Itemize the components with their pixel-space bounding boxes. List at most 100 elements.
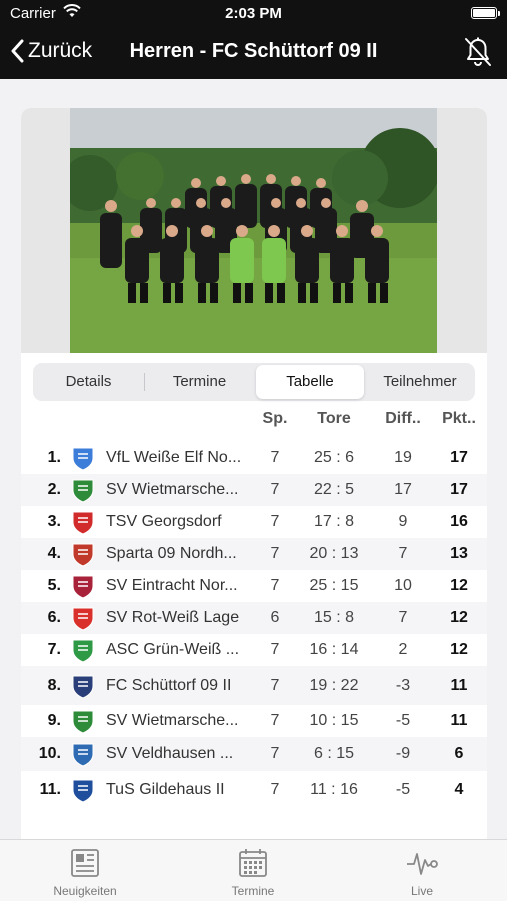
back-label: Zurück — [28, 39, 93, 62]
table-row[interactable]: 1. VfL Weiße Elf No... 7 25 : 6 19 17 — [21, 442, 487, 474]
sparta-09-logo — [70, 541, 96, 567]
rank-cell: 7. — [47, 641, 61, 658]
tab-live[interactable]: Live — [362, 846, 482, 898]
table-row[interactable]: 2. SV Wietmarsche... 7 22 : 5 17 17 — [21, 474, 487, 506]
tsv-georgsdorf-logo — [70, 509, 96, 535]
vfl-weisse-elf-logo — [70, 445, 96, 471]
tus-gildehaus-logo — [70, 777, 96, 803]
pulse-icon — [407, 853, 438, 875]
table-row[interactable]: 7. ASC Grün-Weiß ... 7 16 : 14 2 12 — [21, 634, 487, 666]
goals: 17 : 8 — [313, 513, 355, 530]
rank-cell: 3. — [47, 513, 61, 530]
games-played: 7 — [270, 545, 280, 562]
team-name: TSV Georgsdorf — [106, 513, 222, 530]
goal-difference: 9 — [398, 513, 408, 530]
tab-termine-bottom[interactable]: Termine — [193, 846, 313, 898]
team-name: SV Rot-Weiß Lage — [106, 609, 240, 626]
table-row[interactable]: 11. TuS Gildehaus II 7 11 : 16 -5 4 — [21, 771, 487, 809]
points: 11 — [450, 712, 468, 729]
table-row[interactable]: 5. SV Eintracht Nor... 7 25 : 15 10 12 — [21, 570, 487, 602]
tab-neuigkeiten-label: Neuigkeiten — [53, 884, 117, 898]
segment-divider — [144, 373, 145, 391]
status-bar: Carrier 2:03 PM — [0, 0, 507, 28]
sv-veldhausen-logo — [70, 741, 96, 767]
rank-cell: 1. — [47, 449, 61, 466]
table-row[interactable]: 6. SV Rot-Weiß Lage 6 15 : 8 7 12 — [21, 602, 487, 634]
header-sp: Sp. — [262, 410, 288, 427]
rank-cell: 10. — [38, 745, 61, 762]
rank-cell: 11. — [39, 781, 61, 798]
sv-wietmarschen-logo — [70, 708, 96, 734]
team-photo-container — [21, 108, 487, 353]
rank-cell: 9. — [47, 712, 61, 729]
table-row[interactable]: 8. FC Schüttorf 09 II 7 19 : 22 -3 11 — [21, 666, 487, 705]
team-name: Sparta 09 Nordh... — [106, 545, 237, 562]
points: 17 — [450, 449, 468, 466]
back-button[interactable]: Zurück — [10, 39, 92, 63]
team-name: ASC Grün-Weiß ... — [106, 641, 240, 658]
table-row[interactable]: 10. SV Veldhausen ... 7 6 : 15 -9 6 — [21, 737, 487, 771]
points: 6 — [454, 745, 464, 762]
tab-tabelle[interactable]: Tabelle — [256, 365, 364, 399]
rank-cell: 6. — [47, 609, 61, 626]
bottom-tab-bar: Neuigkeiten Termine Live — [0, 839, 507, 901]
games-played: 7 — [270, 513, 280, 530]
tab-teilnehmer[interactable]: Teilnehmer — [367, 365, 473, 399]
asc-gruen-weiss-logo — [70, 637, 96, 663]
team-card: Details Termine Tabelle Teilnehmer Sp. T… — [21, 108, 487, 848]
points: 4 — [454, 781, 464, 798]
top-bar: Carrier 2:03 PM Zurück Herren - FC Schüt… — [0, 0, 507, 79]
points: 11 — [450, 676, 468, 694]
goal-difference: 7 — [398, 545, 408, 562]
goal-difference: -5 — [395, 712, 411, 729]
games-played: 7 — [270, 781, 280, 798]
clock: 2:03 PM — [225, 5, 282, 22]
goals: 20 : 13 — [309, 545, 359, 562]
rank-cell: 4. — [47, 545, 61, 562]
team-name: SV Wietmarsche... — [106, 712, 239, 729]
goals: 19 : 22 — [309, 676, 359, 694]
team-name: SV Eintracht Nor... — [106, 577, 238, 594]
team-name: FC Schüttorf 09 II — [106, 676, 232, 694]
tab-neuigkeiten[interactable]: Neuigkeiten — [25, 846, 145, 898]
games-played: 7 — [270, 712, 280, 729]
goal-difference: 19 — [394, 449, 412, 466]
games-played: 7 — [270, 676, 280, 694]
goals: 25 : 15 — [309, 577, 359, 594]
goals: 22 : 5 — [313, 481, 355, 498]
notification-toggle-button[interactable] — [463, 36, 493, 73]
tab-termine[interactable]: Termine — [146, 365, 253, 399]
games-played: 7 — [270, 745, 280, 762]
table-row[interactable]: 3. TSV Georgsdorf 7 17 : 8 9 16 — [21, 506, 487, 538]
header-tore: Tore — [317, 410, 351, 427]
goals: 16 : 14 — [309, 641, 359, 658]
goals: 25 : 6 — [313, 449, 355, 466]
games-played: 7 — [270, 481, 280, 498]
team-photo — [70, 108, 437, 353]
goals: 6 : 15 — [313, 745, 355, 762]
rank-cell: 8. — [47, 676, 61, 694]
goal-difference: 17 — [394, 481, 412, 498]
chevron-left-icon — [11, 39, 24, 63]
tab-termine-label: Termine — [231, 884, 275, 898]
games-played: 7 — [270, 449, 280, 466]
sv-eintracht-logo — [70, 573, 96, 599]
table-row[interactable]: 9. SV Wietmarsche... 7 10 : 15 -5 11 — [21, 705, 487, 737]
points: 12 — [450, 609, 468, 626]
goals: 10 : 15 — [309, 712, 359, 729]
calendar-icon — [239, 849, 267, 877]
table-row[interactable]: 4. Sparta 09 Nordh... 7 20 : 13 7 13 — [21, 538, 487, 570]
points: 12 — [450, 577, 468, 594]
team-name: VfL Weiße Elf No... — [106, 449, 242, 466]
navigation-bar: Zurück Herren - FC Schüttorf 09 II — [0, 36, 507, 70]
sv-rot-weiss-lage-logo — [70, 605, 96, 631]
goal-difference: -9 — [395, 745, 411, 762]
battery-icon — [471, 7, 500, 19]
goal-difference: 7 — [398, 609, 408, 626]
sv-wietmarschen-logo — [70, 477, 96, 503]
goals: 11 : 16 — [310, 781, 358, 798]
goals: 15 : 8 — [313, 609, 355, 626]
tab-details[interactable]: Details — [35, 365, 142, 399]
points: 17 — [450, 481, 468, 498]
rank-cell: 2. — [47, 481, 61, 498]
